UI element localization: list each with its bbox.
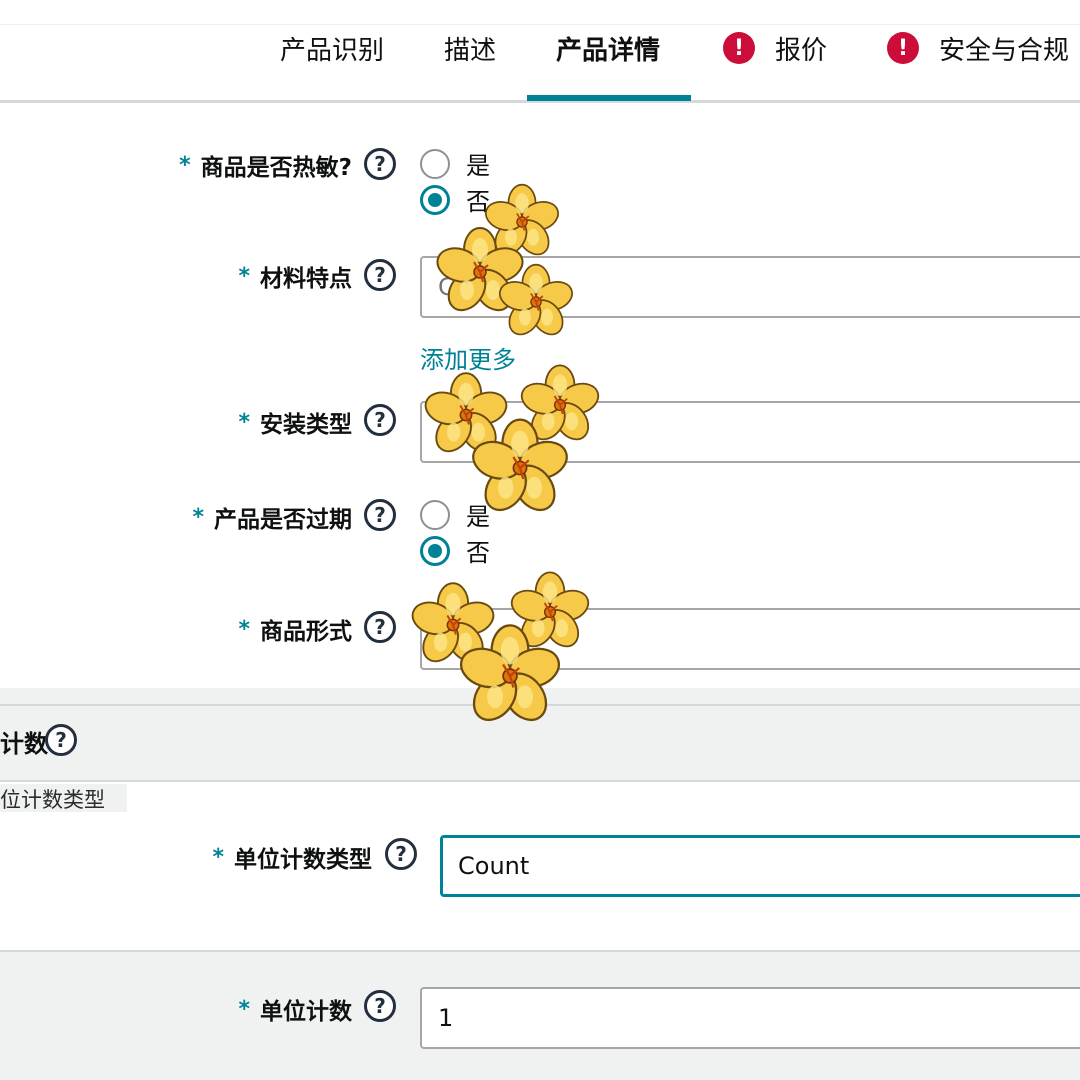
help-icon[interactable]: ? — [364, 148, 396, 180]
top-divider — [0, 24, 1080, 25]
tab-bar: 产品识别 描述 产品详情 ! 报价 ! 安全与合规 — [0, 0, 1080, 103]
flower-sticker — [481, 183, 563, 262]
tab-safety-compliance[interactable]: ! 安全与合规 — [887, 28, 1069, 68]
tab-product-identity[interactable]: 产品识别 — [280, 28, 384, 68]
tab-offer[interactable]: ! 报价 — [723, 28, 827, 68]
alert-icon: ! — [887, 32, 919, 64]
tab-label: 产品识别 — [280, 35, 385, 66]
section-gap — [0, 688, 1080, 704]
unit-count-label: * 单位计数 — [238, 992, 352, 1026]
heat-sensitive-no-option[interactable]: 否 — [420, 182, 490, 217]
tab-label: 安全与合规 — [939, 35, 1070, 66]
unit-count-section-header — [0, 704, 1080, 782]
required-marker: * — [212, 844, 224, 870]
required-marker: * — [238, 263, 250, 289]
label-text: 产品是否过期 — [214, 507, 352, 533]
tab-label: 描述 — [444, 35, 497, 66]
add-more-link[interactable]: 添加更多 — [420, 340, 516, 375]
unit-count-input[interactable]: 1 — [420, 987, 1080, 1049]
label-text: 单位计数类型 — [234, 847, 372, 873]
label-text: 材料特点 — [260, 266, 352, 292]
alert-icon: ! — [723, 32, 755, 64]
label-text: 商品形式 — [260, 619, 352, 645]
label-text: 安装类型 — [260, 412, 352, 438]
radio-icon[interactable] — [420, 148, 450, 179]
install-type-input[interactable] — [420, 401, 1080, 463]
radio-icon[interactable] — [420, 535, 450, 566]
option-label: 否 — [466, 539, 490, 567]
help-icon[interactable]: ? — [364, 259, 396, 291]
unit-count-type-label: * 单位计数类型 — [212, 840, 372, 874]
tab-label: 产品详情 — [556, 35, 661, 66]
unit-count-type-input[interactable]: Count — [440, 835, 1080, 897]
option-label: 否 — [466, 188, 490, 216]
help-icon[interactable]: ? — [364, 404, 396, 436]
required-marker: * — [238, 409, 250, 435]
active-tab-indicator — [527, 95, 691, 101]
expiry-label: * 产品是否过期 — [192, 500, 352, 534]
flower-sticker-layer — [407, 183, 604, 730]
product-listing-form: 产品识别 描述 产品详情 ! 报价 ! 安全与合规 * 商品是否热敏? ? 是 … — [0, 0, 1080, 1080]
help-icon[interactable]: ? — [385, 838, 417, 870]
radio-icon[interactable] — [420, 184, 450, 215]
install-type-label: * 安装类型 — [238, 405, 352, 439]
unit-count-section-title: 计数 — [0, 724, 48, 759]
section-title-text: 计数 — [0, 730, 48, 758]
required-marker: * — [238, 616, 250, 642]
tab-label: 报价 — [775, 35, 828, 66]
radio-icon[interactable] — [420, 499, 450, 530]
tab-product-details[interactable]: 产品详情 — [556, 28, 660, 68]
help-icon[interactable]: ? — [45, 724, 77, 756]
label-text: 单位计数 — [260, 999, 352, 1025]
material-label: * 材料特点 — [238, 259, 352, 293]
tab-description[interactable]: 描述 — [444, 28, 496, 68]
help-icon[interactable]: ? — [364, 611, 396, 643]
option-label: 是 — [466, 503, 490, 531]
required-marker: * — [238, 996, 250, 1022]
required-marker: * — [192, 504, 204, 530]
option-label: 是 — [466, 152, 490, 180]
item-form-label: * 商品形式 — [238, 612, 352, 646]
item-form-input[interactable] — [420, 608, 1080, 670]
expiry-no-option[interactable]: 否 — [420, 533, 490, 568]
required-marker: * — [179, 152, 191, 178]
heat-sensitive-label: * 商品是否热敏? — [179, 148, 352, 182]
material-input[interactable]: Chiffon — [420, 256, 1080, 318]
help-icon[interactable]: ? — [364, 499, 396, 531]
heat-sensitive-yes-option[interactable]: 是 — [420, 146, 490, 181]
expiry-yes-option[interactable]: 是 — [420, 497, 490, 532]
unit-count-section-subtitle: 位计数类型 — [0, 784, 127, 812]
label-text: 商品是否热敏? — [200, 155, 352, 181]
help-icon[interactable]: ? — [364, 990, 396, 1022]
